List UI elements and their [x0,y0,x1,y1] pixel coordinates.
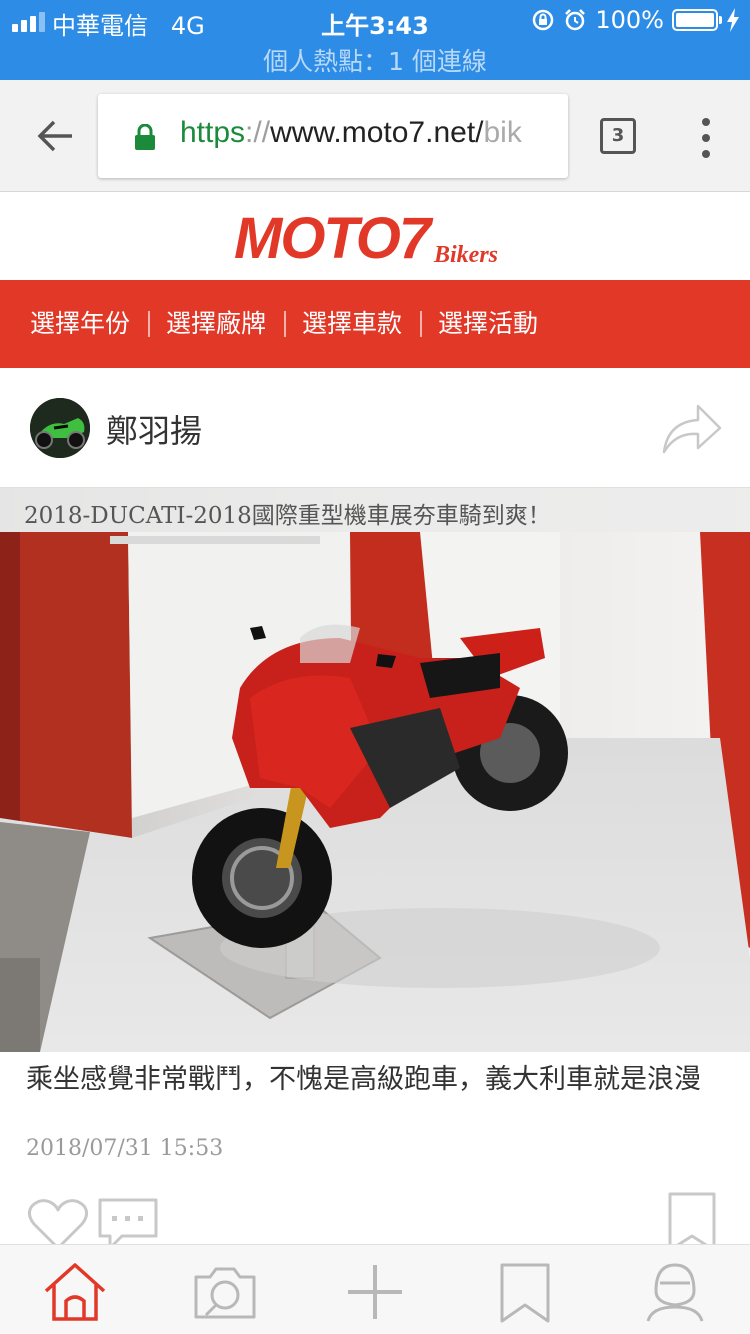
nav-item-event[interactable]: 選擇活動 [438,280,538,368]
battery-icon [672,9,722,31]
battery-percent: 100% [595,6,664,34]
divider [148,311,151,337]
plus-icon[interactable] [342,1261,408,1323]
post-header: 鄭羽揚 [0,368,750,488]
browser-toolbar: https://www.moto7.net/bik 3 [0,80,750,192]
charging-icon [727,8,739,32]
bookmark-icon[interactable] [666,1192,718,1252]
svg-text:MOTO7: MOTO7 [234,206,434,271]
overflow-menu-icon[interactable] [700,118,712,158]
nav-item-model[interactable]: 選擇車款 [302,280,402,368]
divider [420,311,423,337]
camera-icon[interactable] [192,1261,258,1323]
share-icon[interactable] [662,402,722,454]
post-date: 2018/07/31 15:53 [26,1136,224,1161]
category-nav: 選擇年份 選擇廠牌 選擇車款 選擇活動 [0,280,750,368]
profile-icon[interactable] [642,1261,708,1323]
svg-text:Bikers: Bikers [433,242,498,268]
url-text[interactable]: https://www.moto7.net/bik [180,116,522,150]
photo-caption-bar: 2018-DUCATI-2018國際重型機車展夯車騎到爽！ [0,488,750,532]
nav-item-brand[interactable]: 選擇廠牌 [166,280,266,368]
site-header: MOTO7 Bikers [0,192,750,280]
photo-caption: 2018-DUCATI-2018國際重型機車展夯車騎到爽！ [24,503,551,529]
nav-item-year[interactable]: 選擇年份 [30,280,130,368]
author-name[interactable]: 鄭羽揚 [106,406,202,452]
status-bar: 中華電信 4G 上午3:43 100% 個人熱點：1 個連線 [0,0,750,80]
post-text: 乘坐感覺非常戰鬥，不愧是高級跑車，義大利車就是浪漫 [26,1064,701,1095]
divider [284,311,287,337]
lock-icon [135,124,155,150]
bookmark-icon[interactable] [492,1261,558,1323]
post-photo[interactable]: 2018-DUCATI-2018國際重型機車展夯車騎到爽！ [0,488,750,1052]
back-arrow-icon[interactable] [36,116,76,156]
address-bar[interactable]: https://www.moto7.net/bik [98,94,568,178]
bottom-tab-bar [0,1244,750,1334]
avatar[interactable] [30,398,90,458]
alarm-icon [565,9,586,31]
tab-switcher-button[interactable]: 3 [600,118,636,154]
site-logo[interactable]: MOTO7 Bikers [230,200,530,272]
motorcycle-image [0,488,750,1052]
rotation-lock-icon [533,9,554,31]
home-icon[interactable] [42,1261,108,1323]
page: 中華電信 4G 上午3:43 100% 個人熱點：1 個連線 https://w… [0,0,750,1334]
hotspot-banner[interactable]: 個人熱點：1 個連線 [0,42,750,78]
